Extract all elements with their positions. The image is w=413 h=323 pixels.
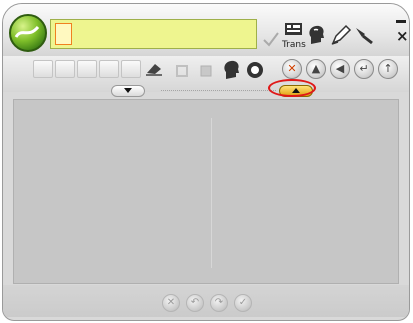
up-button[interactable]: ▲ <box>306 59 326 79</box>
stop-icon[interactable] <box>175 63 189 82</box>
shift-icon: ↑ <box>383 62 393 75</box>
back-button[interactable]: ◀ <box>330 59 350 79</box>
checkmark-icon[interactable] <box>262 30 280 52</box>
pin-icon[interactable] <box>353 25 375 49</box>
key-slot[interactable] <box>121 60 141 78</box>
undo-button[interactable]: ↶ <box>186 294 204 312</box>
expand-down-toggle[interactable] <box>111 85 145 97</box>
trans-label: Trans <box>282 40 306 50</box>
app-logo-icon[interactable] <box>9 14 47 52</box>
minimize-button[interactable] <box>396 20 406 23</box>
app-window: Trans × ✕ ▲ ◀ ↵ ↑ ✕ ↶ ↷ ✓ <box>2 3 410 321</box>
trans-icon[interactable] <box>284 22 304 42</box>
pen-icon[interactable] <box>330 24 352 50</box>
toolbar: ✕ ▲ ◀ ↵ ↑ <box>3 56 409 97</box>
cancel-action-button[interactable]: ✕ <box>162 294 180 312</box>
key-slot[interactable] <box>33 60 53 78</box>
back-icon: ◀ <box>335 62 345 75</box>
key-slot[interactable] <box>55 60 75 78</box>
toolbar-separator <box>161 90 276 93</box>
redo-icon: ↷ <box>214 297 224 308</box>
redo-button[interactable]: ↷ <box>210 294 228 312</box>
key-slot[interactable] <box>99 60 119 78</box>
key-slot[interactable] <box>77 60 97 78</box>
up-icon: ▲ <box>311 62 321 75</box>
speak-head-icon[interactable] <box>307 24 327 50</box>
input-field[interactable] <box>50 19 257 49</box>
writing-area[interactable] <box>13 99 399 284</box>
square-icon[interactable] <box>199 63 213 82</box>
head-icon[interactable] <box>222 59 242 85</box>
x-icon: ✕ <box>166 297 176 308</box>
eraser-icon[interactable] <box>144 61 164 81</box>
audio-icon[interactable] <box>246 61 264 83</box>
highlight-circle <box>268 79 316 97</box>
enter-icon: ↵ <box>359 62 369 75</box>
shift-button[interactable]: ↑ <box>378 59 398 79</box>
title-bar: Trans × <box>3 4 409 57</box>
bottom-action-bar: ✕ ↶ ↷ ✓ <box>3 285 409 317</box>
close-button[interactable]: × <box>396 27 409 45</box>
enter-button[interactable]: ↵ <box>354 59 374 79</box>
center-divider <box>211 118 212 268</box>
undo-icon: ↶ <box>190 297 200 308</box>
input-cursor-box <box>55 23 72 45</box>
cancel-icon: ✕ <box>287 62 297 75</box>
confirm-button[interactable]: ✓ <box>234 294 252 312</box>
cancel-button[interactable]: ✕ <box>282 59 302 79</box>
checkmark-icon: ✓ <box>238 297 248 308</box>
arrow-down-icon <box>124 88 132 93</box>
